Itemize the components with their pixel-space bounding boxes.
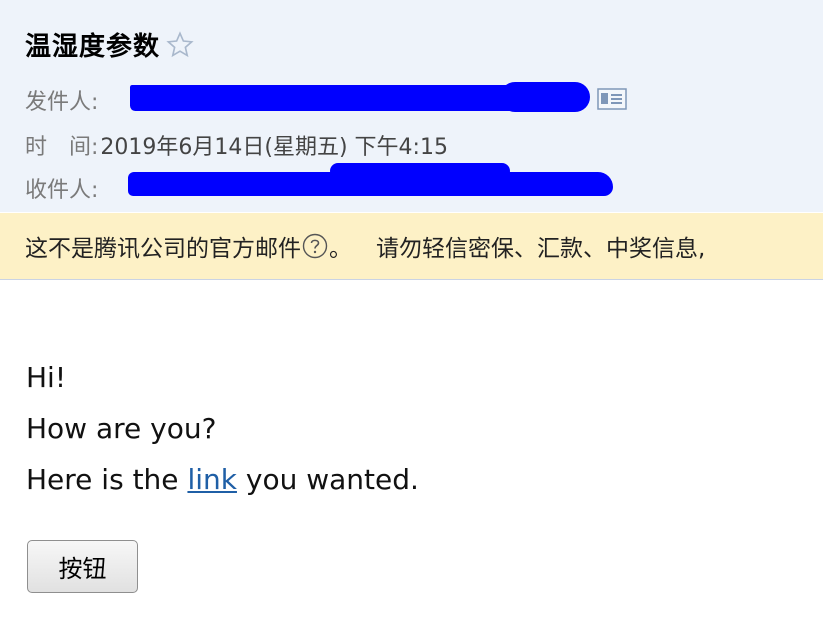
warning-text-tail: 请勿轻信密保、汇款、中奖信息,	[376, 236, 706, 262]
time-label: 时 间:	[25, 135, 99, 160]
sender-redaction-tail	[500, 82, 590, 112]
body-link[interactable]: link	[187, 463, 237, 496]
recipient-redaction-top	[330, 163, 510, 179]
warning-text-prefix: 这不是腾讯公司的官方邮件	[25, 236, 301, 262]
warning-period: 。	[329, 236, 352, 262]
contact-card-icon[interactable]	[597, 88, 627, 110]
star-icon[interactable]	[166, 30, 194, 59]
body-line-link: Here is the link you wanted.	[26, 454, 419, 505]
sender-row: 发件人:	[25, 84, 98, 116]
body-line-greeting: Hi!	[26, 361, 67, 394]
email-subject: 温湿度参数	[25, 32, 161, 62]
recipient-row: 收件人:	[25, 172, 98, 204]
recipient-label: 收件人:	[25, 178, 99, 203]
body-text-after-link: you wanted.	[236, 463, 419, 496]
body-line-question: How are you?	[26, 412, 217, 445]
sender-label: 发件人:	[25, 90, 99, 115]
time-value: 2019年6月14日(星期五) 下午4:15	[100, 135, 448, 160]
email-body: Hi! How are you? Here is the link you wa…	[26, 352, 419, 505]
action-button[interactable]: 按钮	[27, 540, 138, 593]
time-row: 时 间: 2019年6月14日(星期五) 下午4:15	[25, 129, 448, 161]
help-icon[interactable]	[302, 233, 328, 259]
email-header: 温湿度参数 发件人: 时 间: 2019年6月14日(星期五) 下午4:15 收…	[0, 0, 823, 212]
warning-banner: 这不是腾讯公司的官方邮件 。 请勿轻信密保、汇款、中奖信息,	[0, 213, 823, 280]
body-text-before-link: Here is the	[26, 463, 188, 496]
subject-row: 温湿度参数	[25, 26, 194, 63]
